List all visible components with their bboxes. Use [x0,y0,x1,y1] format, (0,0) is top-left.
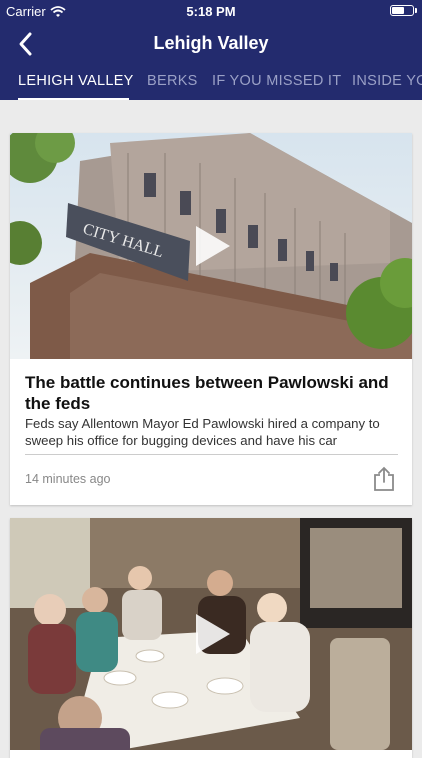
article-summary: Feds say Allentown Mayor Ed Pawlowski hi… [25,416,380,448]
battery-icon [390,5,417,16]
video-thumbnail[interactable]: CITY HALL [10,133,412,359]
status-bar: Carrier 5:18 PM [0,0,422,22]
status-time: 5:18 PM [186,4,236,19]
article-headline[interactable]: The battle continues between Pawlowski a… [25,372,400,414]
article-card[interactable] [10,518,412,758]
tab-berks[interactable]: BERKS [147,73,198,89]
share-icon[interactable] [372,466,396,492]
page-title: Lehigh Valley [153,33,269,53]
card-divider [25,454,398,455]
tab-inside[interactable]: INSIDE YO [352,73,422,89]
article-card[interactable]: CITY HALL The battle continues between P… [10,133,412,505]
section-tabs: LEHIGH VALLEY BERKS IF YOU MISSED IT INS… [0,64,422,100]
play-icon[interactable] [186,610,234,658]
article-timestamp: 14 minutes ago [25,472,111,486]
nav-bar: Lehigh Valley [0,28,422,60]
tab-if-you-missed-it[interactable]: IF YOU MISSED IT [212,73,341,89]
active-tab-indicator [18,98,129,100]
tab-lehigh-valley[interactable]: LEHIGH VALLEY [18,73,134,89]
play-icon[interactable] [186,222,234,270]
video-thumbnail[interactable] [10,518,412,750]
header: Carrier 5:18 PM Lehigh Valley LEHIGH VAL… [0,0,422,100]
